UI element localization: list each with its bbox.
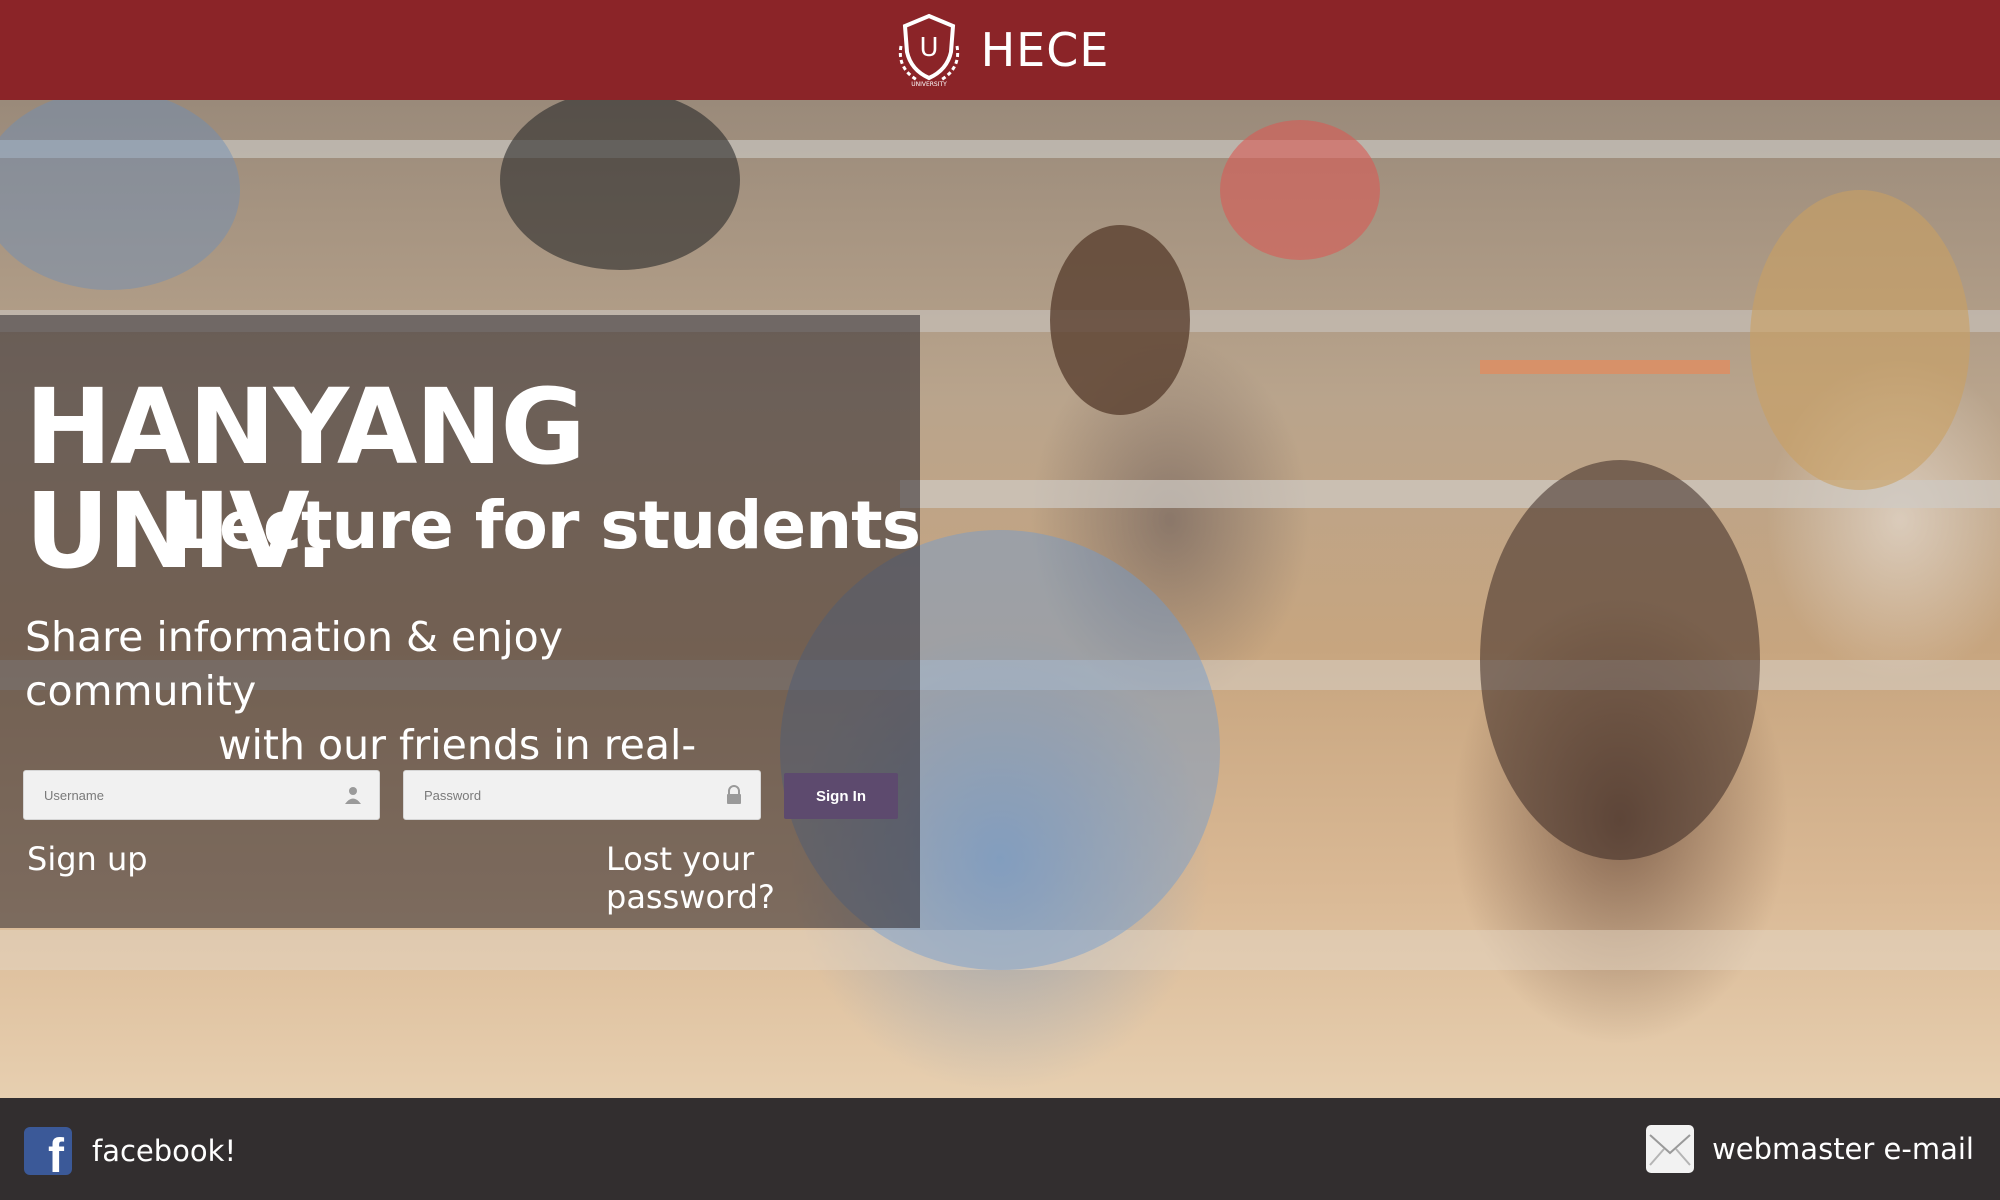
logo-letter: U: [919, 33, 938, 63]
email-label: webmaster e-mail: [1712, 1132, 1974, 1166]
header-bar: U UNIVERSITY HECE: [0, 0, 2000, 100]
facebook-icon: f: [24, 1127, 72, 1181]
username-input[interactable]: [24, 787, 379, 803]
mail-icon: [1646, 1125, 1695, 1173]
lock-icon: [727, 785, 741, 804]
password-field[interactable]: [403, 770, 761, 820]
user-icon: [345, 787, 361, 804]
login-panel: HANYANG UNIV. Lecture for students Share…: [0, 315, 921, 928]
page-subtitle: Lecture for students: [178, 487, 921, 564]
footer-bar: f facebook! webmaster e-mail: [0, 1098, 2000, 1200]
username-field[interactable]: [23, 770, 380, 820]
tagline-line-1: Share information & enjoy community: [25, 613, 563, 715]
webmaster-email-link[interactable]: webmaster e-mail: [1646, 1125, 1974, 1173]
brand[interactable]: U UNIVERSITY HECE: [891, 12, 1110, 88]
signup-link[interactable]: Sign up: [27, 840, 148, 878]
password-input[interactable]: [404, 787, 760, 803]
lost-password-link[interactable]: Lost your password?: [606, 840, 920, 916]
brand-name: HECE: [980, 23, 1110, 77]
facebook-label: facebook!: [92, 1134, 237, 1168]
facebook-link[interactable]: f facebook!: [24, 1127, 237, 1181]
signin-button[interactable]: Sign In: [784, 773, 898, 819]
shield-u-icon: U UNIVERSITY: [891, 12, 967, 88]
logo-caption: UNIVERSITY: [911, 81, 947, 88]
